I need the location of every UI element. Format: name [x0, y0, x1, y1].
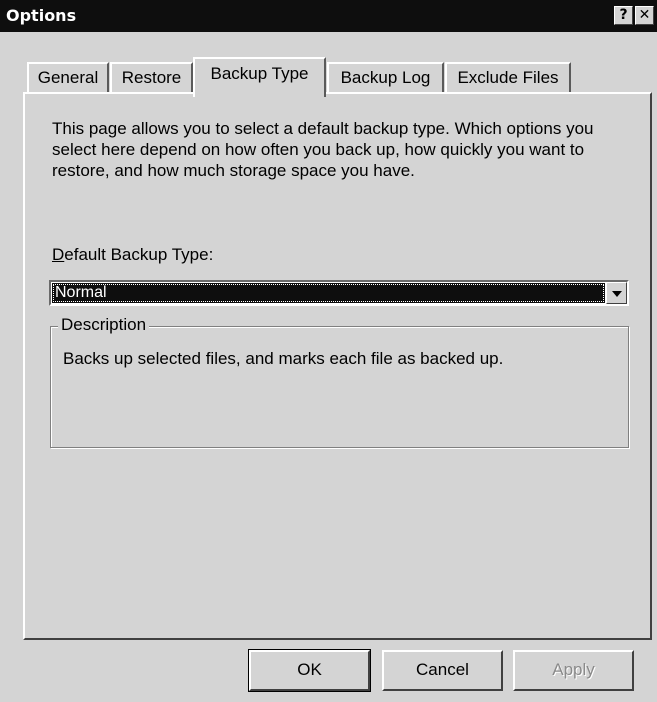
description-group: Description Backs up selected files, and… [50, 315, 629, 448]
close-icon: ✕ [638, 7, 651, 23]
apply-button[interactable]: Apply [513, 650, 634, 691]
window-title: Options [6, 6, 77, 25]
label-mnemonic: D [52, 245, 65, 264]
default-backup-type-select[interactable]: Normal [49, 280, 629, 306]
dropdown-arrow-icon[interactable] [606, 282, 627, 304]
ok-button[interactable]: OK [248, 649, 371, 692]
default-backup-type-label: Default Backup Type: [52, 245, 213, 265]
close-button[interactable]: ✕ [635, 6, 654, 25]
tab-panel-backup-type: This page allows you to select a default… [23, 92, 652, 640]
selected-backup-type[interactable]: Normal [52, 283, 605, 303]
description-text: Backs up selected files, and marks each … [63, 349, 504, 368]
label-rest: efault Backup Type: [64, 245, 214, 264]
intro-text: This page allows you to select a default… [52, 119, 594, 180]
help-button[interactable]: ? [614, 6, 633, 25]
tab-exclude-files[interactable]: Exclude Files [445, 62, 571, 93]
tab-restore[interactable]: Restore [110, 62, 193, 93]
cancel-button[interactable]: Cancel [382, 650, 503, 691]
title-bar: Options ? ✕ [0, 0, 657, 32]
tab-backup-log[interactable]: Backup Log [327, 62, 444, 93]
tab-general[interactable]: General [27, 62, 109, 93]
description-legend: Description [58, 315, 150, 335]
tab-backup-type[interactable]: Backup Type [193, 57, 326, 97]
